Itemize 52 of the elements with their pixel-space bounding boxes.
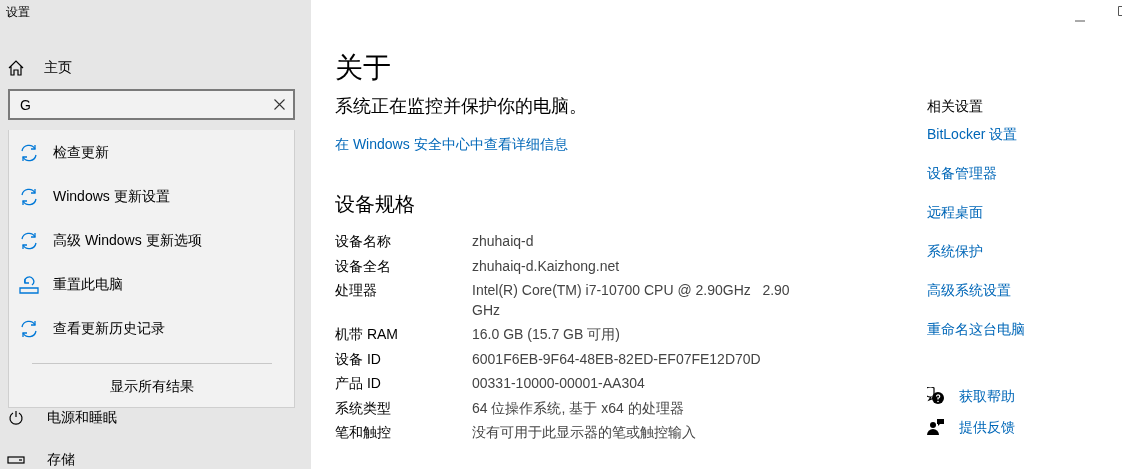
spec-value: 00331-10000-00001-AA304 [472, 374, 646, 393]
spec-value: Intel(R) Core(TM) i7-10700 CPU @ 2.90GHz 2.90 GHz [472, 281, 791, 320]
nav-item[interactable]: 电源和睡眠 [0, 408, 311, 428]
refresh-icon [19, 319, 39, 339]
spec-label: 机带 RAM [335, 325, 399, 344]
search-field[interactable]: G [8, 89, 295, 120]
section-heading: 设备规格 [335, 192, 416, 217]
related-link[interactable]: BitLocker 设置 [927, 124, 1018, 144]
home-icon [8, 60, 24, 76]
spec-value: 6001F6EB-9F64-48EB-82ED-EF07FE12D70D [472, 349, 762, 369]
suggestion-item[interactable]: 高级 Windows 更新选项 [9, 219, 294, 263]
home-item[interactable]: 主页 [0, 57, 311, 79]
suggestion-item[interactable]: 查看更新历史记录 [9, 307, 294, 351]
spec-value: 没有可用于此显示器的笔或触控输入 [472, 423, 697, 442]
support-link[interactable]: 提供反馈 [959, 417, 1015, 437]
refresh-icon [19, 143, 39, 163]
spec-value: 16.0 GB (15.7 GB 可用) [472, 325, 621, 344]
security-center-link[interactable]: 在 Windows 安全中心中查看详细信息 [335, 136, 568, 154]
related-settings-heading: 相关设置 [927, 97, 984, 115]
suggestion-item[interactable]: 重置此电脑 [9, 263, 294, 307]
suggestion-item[interactable]: Windows 更新设置 [9, 175, 294, 219]
spec-value: 64 位操作系统, 基于 x64 的处理器 [472, 398, 685, 418]
spec-value: zhuhaiq-d [472, 232, 535, 251]
feedback-icon [927, 418, 945, 436]
spec-label: 设备全名 [335, 256, 392, 276]
page-title: 关于 [335, 51, 392, 85]
spec-label: 处理器 [335, 281, 378, 300]
related-link[interactable]: 设备管理器 [927, 163, 997, 183]
spec-label: 笔和触控 [335, 423, 392, 442]
refresh-icon [19, 187, 39, 207]
related-link[interactable]: 高级系统设置 [927, 280, 1011, 300]
related-link[interactable]: 重命名这台电脑 [927, 319, 1025, 339]
spec-label: 系统类型 [335, 398, 392, 418]
support-link[interactable]: 获取帮助 [959, 386, 1015, 406]
spec-label: 产品 ID [335, 374, 382, 393]
spec-label: 设备 ID [335, 349, 382, 369]
reset-icon [19, 275, 39, 295]
related-link[interactable]: 系统保护 [927, 241, 983, 261]
power-icon [8, 410, 24, 426]
related-link[interactable]: 远程桌面 [927, 202, 983, 222]
storage-icon [7, 456, 25, 464]
spec-label: 设备名称 [335, 232, 392, 251]
nav-item[interactable]: 存储 [0, 450, 311, 469]
maximize-icon[interactable] [1118, 6, 1122, 16]
spec-value: zhuhaiq-d.Kaizhong.net [472, 256, 621, 276]
status-text: 系统正在监控并保护你的电脑。 [335, 95, 588, 118]
show-all-results-link[interactable]: 显示所有结果 [9, 364, 294, 396]
suggestion-item[interactable]: 检查更新 [9, 131, 294, 175]
help-icon [927, 387, 945, 405]
clear-icon[interactable] [274, 99, 285, 110]
refresh-icon [19, 231, 39, 251]
window-title: 设置 [5, 4, 31, 21]
